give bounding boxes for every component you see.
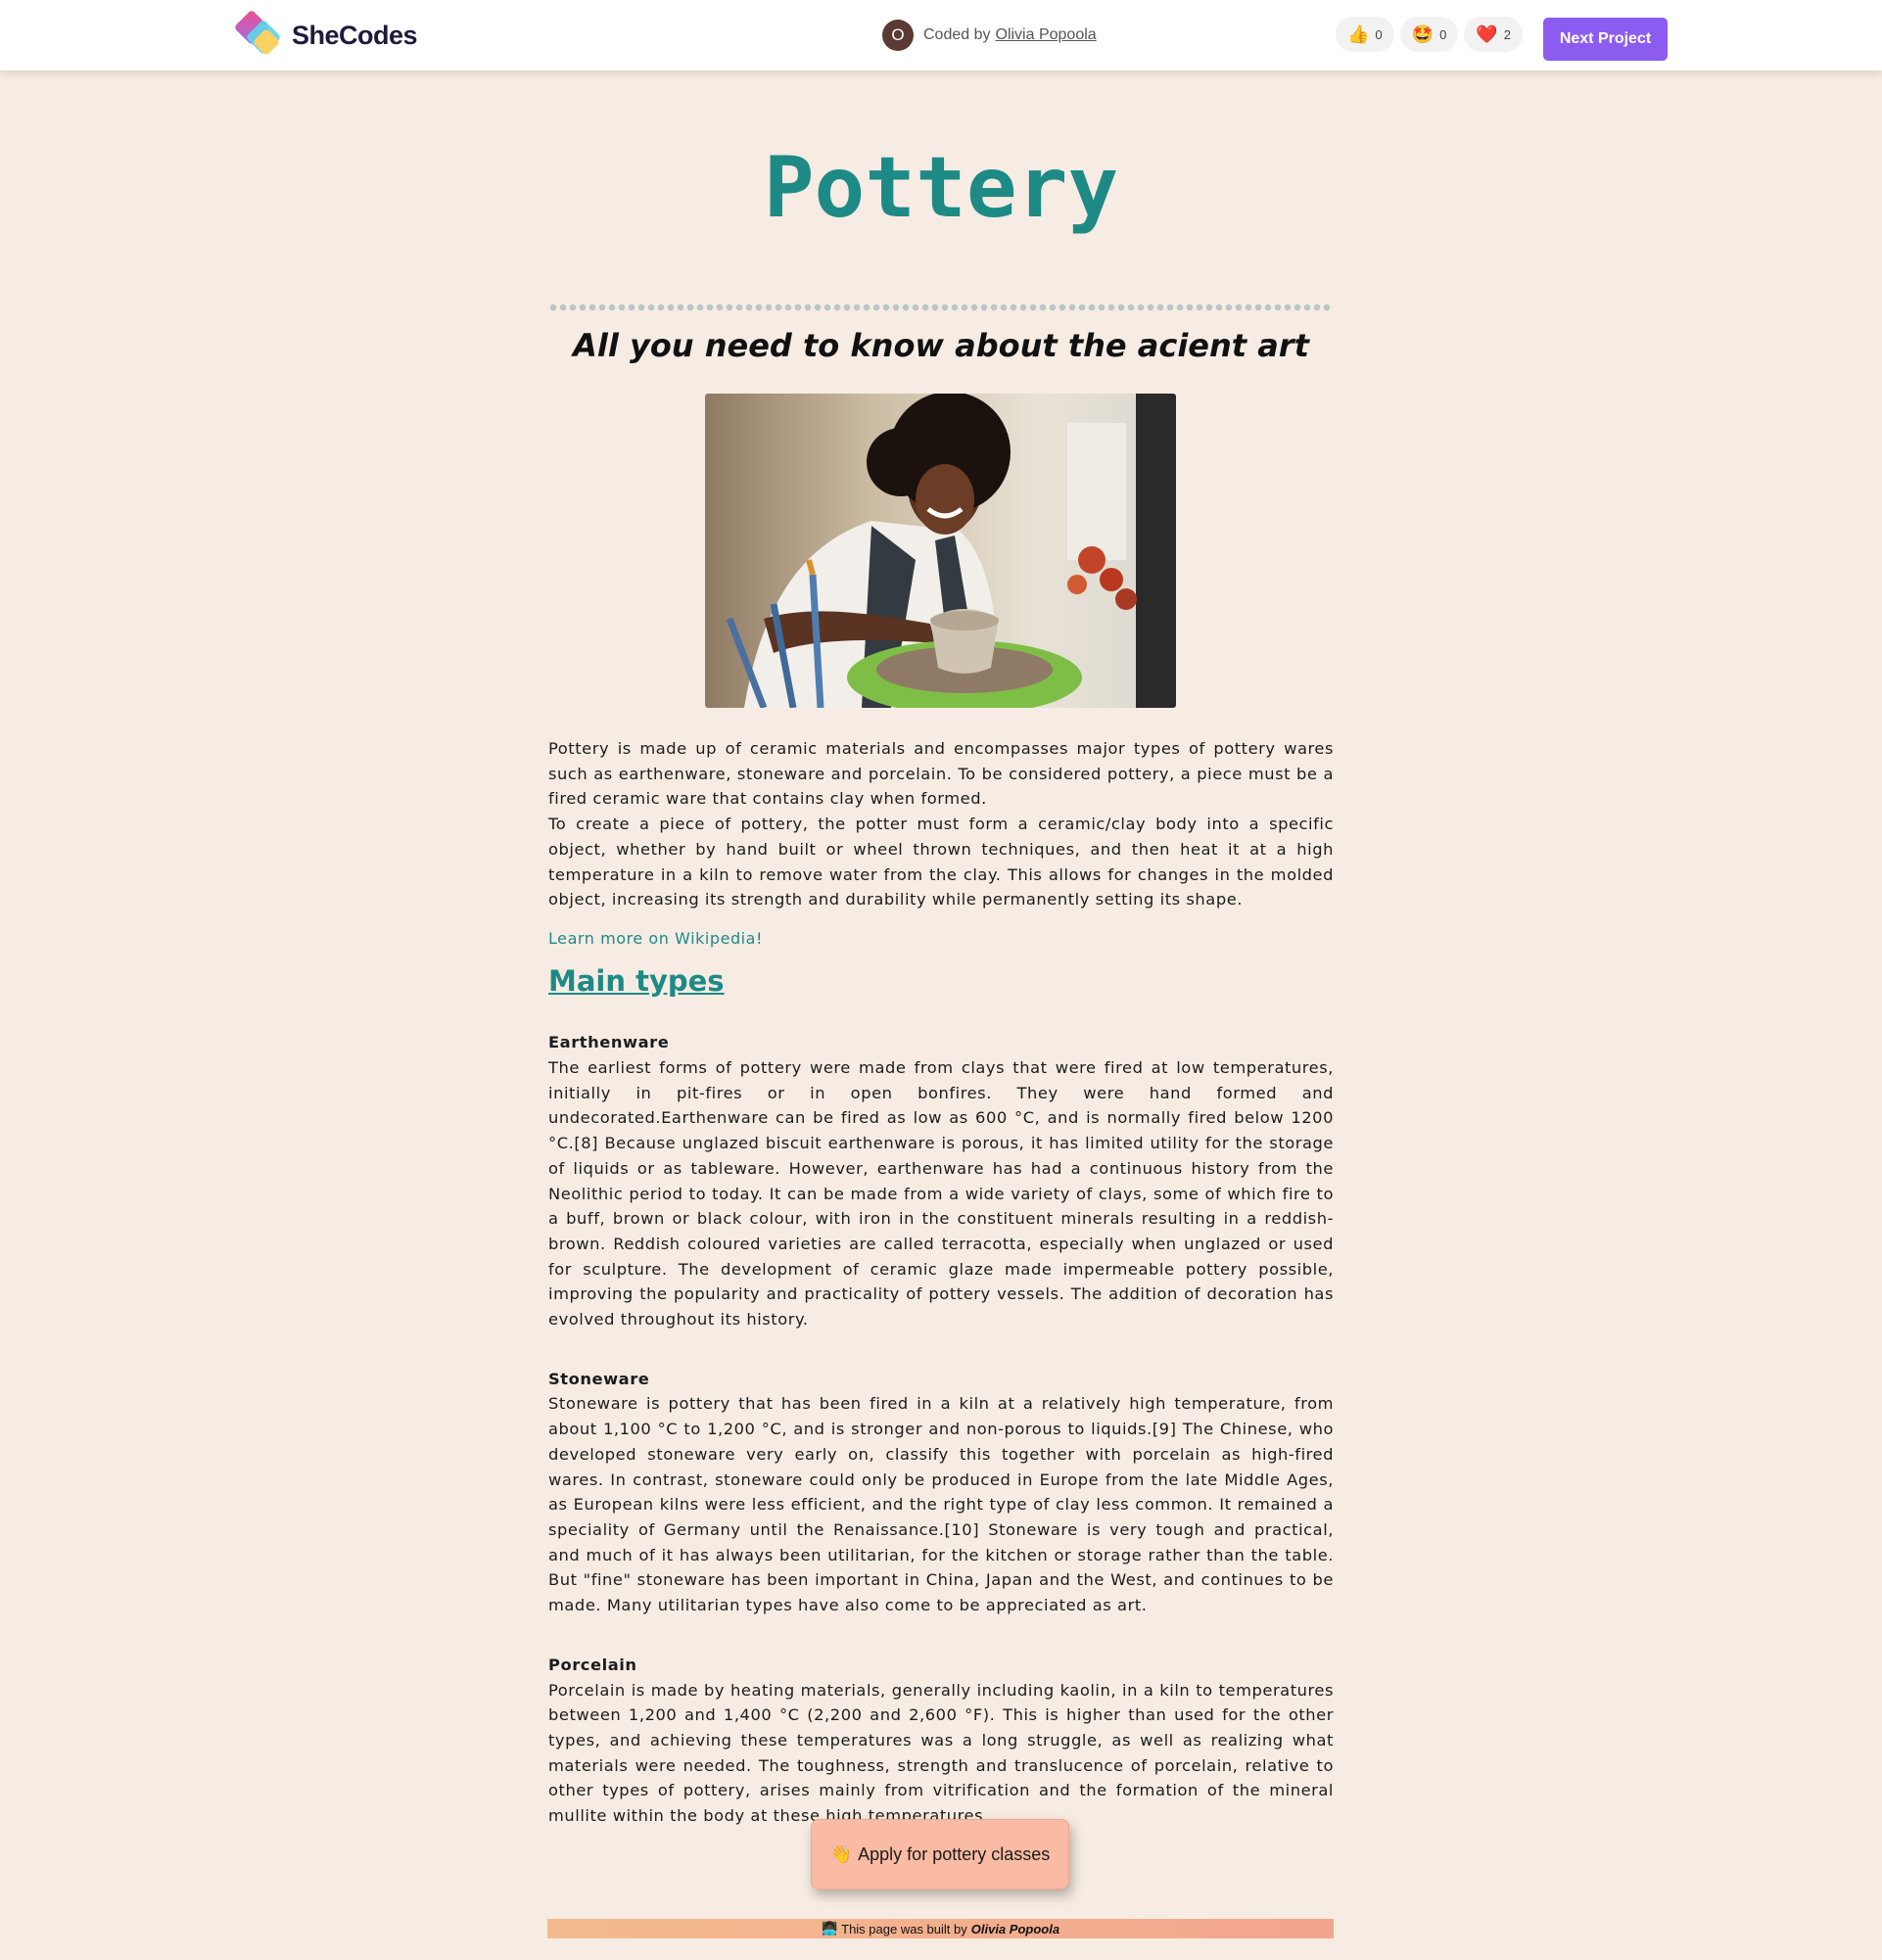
shecodes-logo-icon: [233, 9, 286, 60]
type-name-stoneware: Stoneware: [548, 1369, 650, 1388]
reaction-heart-button[interactable]: ❤️ 2: [1464, 17, 1523, 52]
top-navigation-bar: SheCodes O Coded by Olivia Popoola 👍 0 🤩…: [0, 0, 1882, 70]
type-description-earthenware: The earliest forms of pottery were made …: [548, 1058, 1334, 1330]
hero-image-potter: [705, 394, 1176, 708]
intro-paragraph-1: Pottery is made up of ceramic materials …: [548, 739, 1334, 809]
coded-by-prefix: Coded by: [923, 26, 991, 43]
footer-prefix: This page was built by: [841, 1921, 967, 1937]
type-description-porcelain: Porcelain is made by heating materials, …: [548, 1680, 1334, 1826]
footer-author: Olivia Popoola: [970, 1921, 1060, 1937]
shecodes-logo[interactable]: SheCodes: [233, 9, 418, 60]
footer-credit: 👩🏿‍💻 This page was built by Olivia Popoo…: [547, 1919, 1334, 1938]
reaction-count: 0: [1375, 26, 1383, 42]
thumbs-up-icon: 👍: [1347, 24, 1370, 44]
apply-classes-button[interactable]: 👋 Apply for pottery classes: [811, 1819, 1069, 1890]
heart-icon: ❤️: [1476, 24, 1498, 44]
page-title: Pottery: [763, 139, 1119, 237]
type-name-porcelain: Porcelain: [548, 1655, 637, 1674]
reaction-count: 0: [1439, 26, 1447, 42]
reaction-star-struck-button[interactable]: 🤩 0: [1399, 17, 1459, 52]
author-avatar: O: [882, 20, 914, 51]
type-description-stoneware: Stoneware is pottery that has been fired…: [548, 1394, 1334, 1615]
page-subtitle: All you need to know about the acient ar…: [573, 327, 1309, 364]
type-name-earthenware: Earthenware: [548, 1033, 670, 1052]
developer-icon: 👩🏿‍💻: [821, 1921, 838, 1936]
dotted-divider: [548, 302, 1334, 313]
article-content: Pottery is made up of ceramic materials …: [548, 736, 1334, 1829]
star-struck-icon: 🤩: [1411, 24, 1435, 44]
main-types-heading[interactable]: Main types: [548, 966, 725, 995]
author-link[interactable]: Olivia Popoola: [996, 26, 1097, 44]
coded-by: O Coded by Olivia Popoola: [882, 20, 1097, 51]
reaction-count: 2: [1503, 26, 1511, 42]
logo-text: SheCodes: [292, 20, 418, 50]
wikipedia-link[interactable]: Learn more on Wikipedia!: [548, 926, 1334, 952]
next-project-button[interactable]: Next Project: [1543, 18, 1668, 61]
reactions-group: 👍 0 🤩 0 ❤️ 2: [1336, 17, 1523, 52]
waving-hand-icon: 👋: [829, 1843, 853, 1864]
intro-paragraph-2: To create a piece of pottery, the potter…: [548, 815, 1334, 910]
apply-classes-label: Apply for pottery classes: [858, 1843, 1051, 1864]
reaction-thumbs-up-button[interactable]: 👍 0: [1336, 17, 1394, 52]
